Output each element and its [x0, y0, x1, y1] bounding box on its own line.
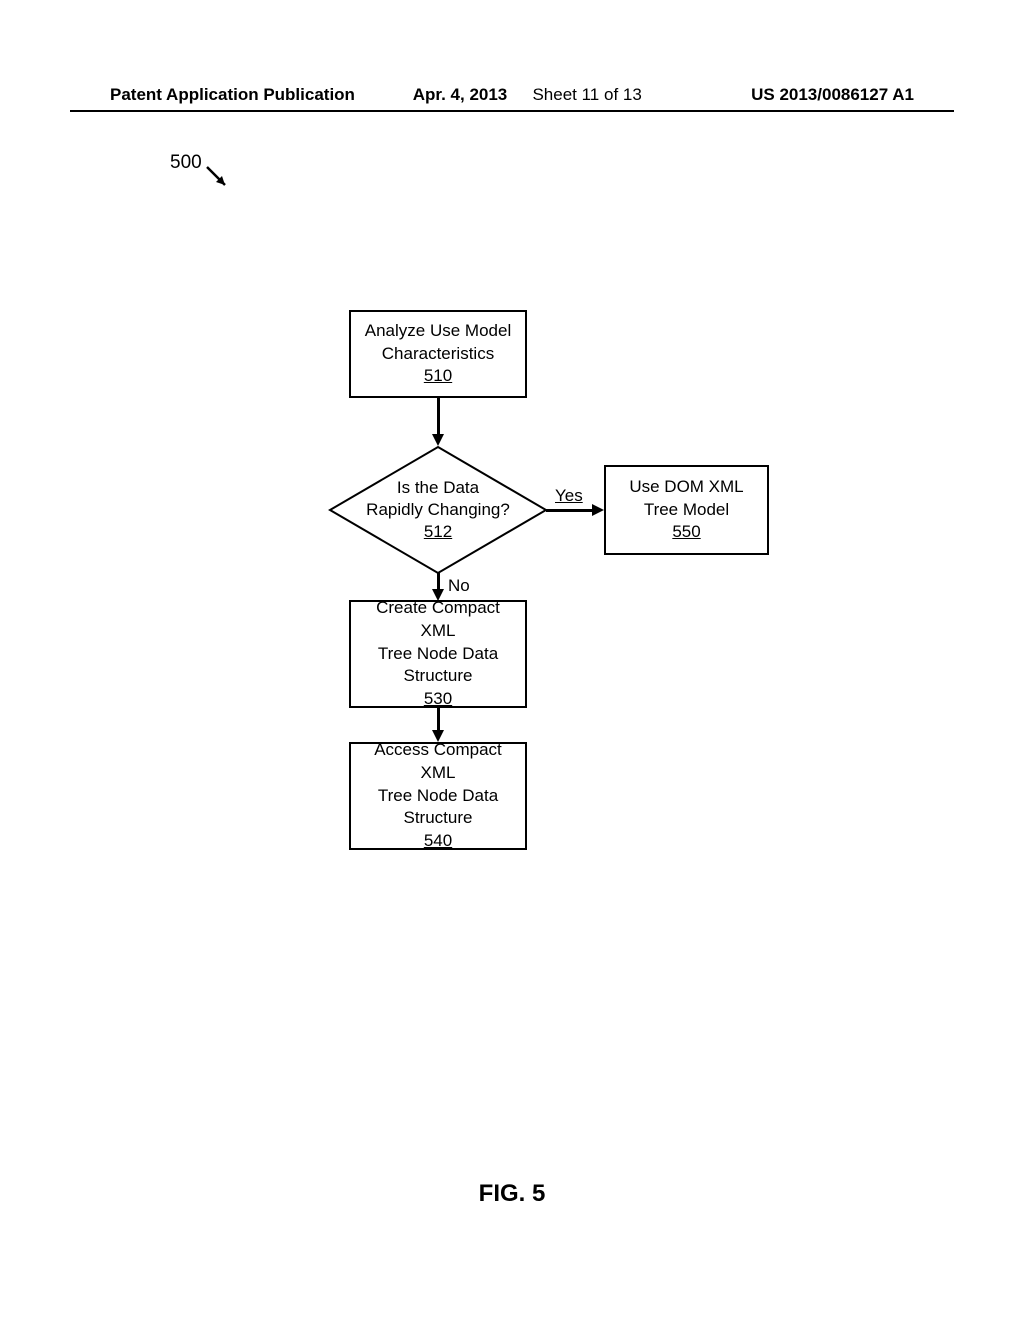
box-text-line: Structure — [404, 665, 473, 688]
box-text-line: Use DOM XML — [629, 476, 743, 499]
box-text-line: Is the Data — [397, 477, 479, 499]
box-text-line: Tree Node Data — [378, 643, 498, 666]
header-divider — [70, 110, 954, 112]
edge-label-yes: Yes — [555, 486, 583, 506]
box-text-line: Tree Node Data — [378, 785, 498, 808]
header-sheet: Sheet 11 of 13 — [532, 85, 641, 105]
connector-line — [437, 708, 440, 732]
process-box-use-dom: Use DOM XML Tree Model 550 — [604, 465, 769, 555]
box-text-line: Analyze Use Model — [365, 320, 511, 343]
box-text-line: Characteristics — [382, 343, 494, 366]
figure-caption: FIG. 5 — [479, 1180, 546, 1208]
process-box-create-compact: Create Compact XML Tree Node Data Struct… — [349, 600, 527, 708]
decision-box-rapidly-changing: Is the Data Rapidly Changing? 512 — [328, 445, 548, 575]
box-ref-number: 550 — [672, 521, 700, 544]
diagram-ref-number: 500 — [170, 152, 202, 174]
header-date: Apr. 4, 2013 — [413, 85, 508, 105]
box-ref-number: 510 — [424, 365, 452, 388]
box-ref-number: 540 — [424, 830, 452, 853]
connector-line — [437, 398, 440, 436]
box-text-line: Tree Model — [644, 499, 729, 522]
box-text-line: Access Compact XML — [359, 739, 517, 785]
process-box-analyze: Analyze Use Model Characteristics 510 — [349, 310, 527, 398]
arrow-right-icon — [592, 504, 604, 516]
reference-arrow-icon — [205, 165, 235, 195]
box-text-line: Structure — [404, 807, 473, 830]
box-text-line: Create Compact XML — [359, 597, 517, 643]
header-pubnum: US 2013/0086127 A1 — [751, 85, 914, 105]
box-text-line: Rapidly Changing? — [366, 499, 510, 521]
connector-line — [546, 509, 594, 512]
page-header: Patent Application Publication Apr. 4, 2… — [0, 85, 1024, 105]
process-box-access-compact: Access Compact XML Tree Node Data Struct… — [349, 742, 527, 850]
header-publication-type: Patent Application Publication — [110, 85, 355, 105]
edge-label-no: No — [448, 576, 470, 596]
box-ref-number: 512 — [424, 521, 452, 543]
